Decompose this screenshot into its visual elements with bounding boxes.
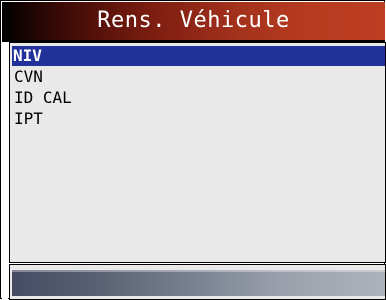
- screen-title: Rens. Véhicule: [2, 2, 385, 40]
- footer-panel: [9, 264, 386, 300]
- menu-item-ipt[interactable]: IPT: [13, 109, 43, 129]
- device-screen: Rens. Véhicule NIV CVN ID CAL IPT: [0, 0, 386, 300]
- menu-item-niv[interactable]: NIV: [12, 46, 385, 66]
- menu-item-id-cal[interactable]: ID CAL: [13, 88, 72, 108]
- status-bar: [12, 270, 385, 296]
- left-margin: [2, 42, 8, 300]
- menu-item-cvn[interactable]: CVN: [13, 67, 43, 87]
- menu-list: NIV CVN ID CAL IPT: [9, 42, 386, 263]
